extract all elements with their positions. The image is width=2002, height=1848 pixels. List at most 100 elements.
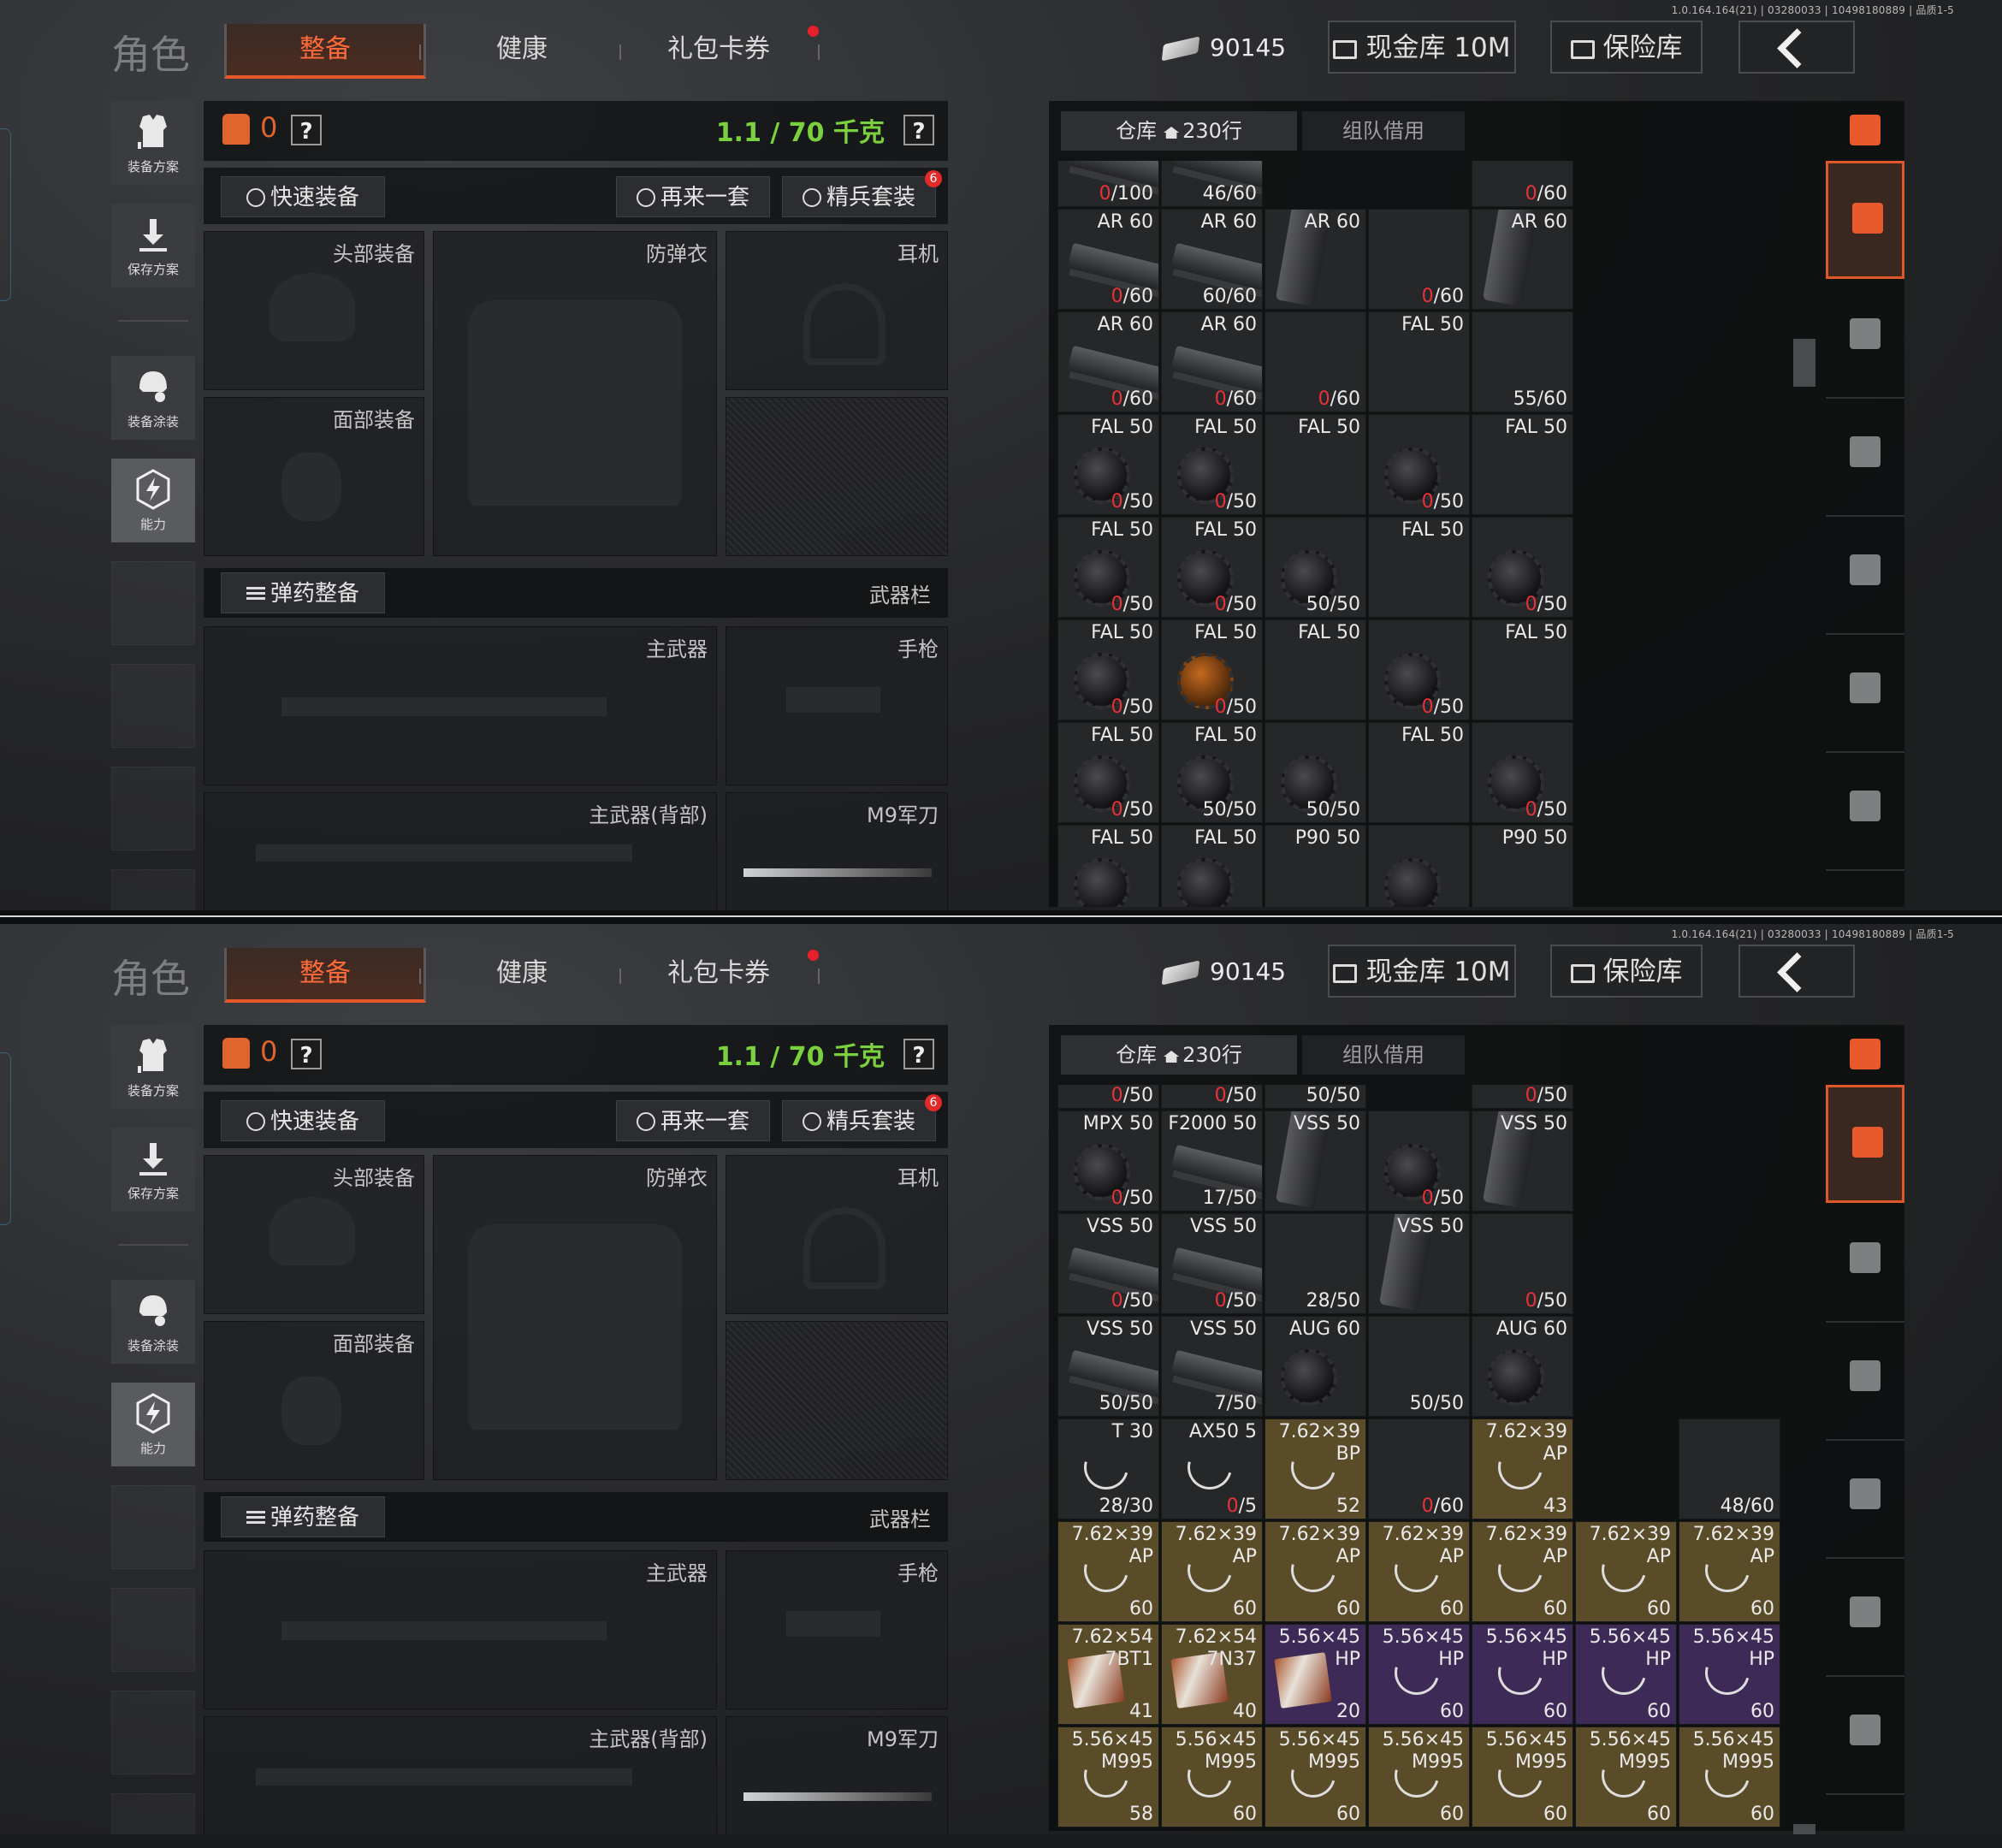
inventory-item[interactable]: 0/50 bbox=[1161, 1085, 1263, 1109]
tab-equip[interactable]: 整备 bbox=[224, 948, 426, 1003]
inventory-item[interactable]: 5.56×45 HP 60 bbox=[1679, 1624, 1780, 1725]
inventory-item[interactable]: FAL 50 bbox=[1368, 311, 1470, 412]
inventory-item[interactable]: P90 50 bbox=[1265, 825, 1366, 907]
side-edge-tab[interactable] bbox=[0, 128, 11, 301]
slot-knife[interactable]: M9军刀 bbox=[726, 792, 948, 910]
inventory-item[interactable]: 46/60 bbox=[1161, 161, 1263, 207]
nav-equipment-skin[interactable]: 装备涂装 bbox=[111, 356, 195, 440]
inventory-item[interactable]: AR 60 0/60 bbox=[1161, 311, 1263, 412]
inventory-item[interactable]: 5.56×45 M995 60 bbox=[1575, 1727, 1677, 1827]
inventory-item[interactable]: FAL 50 bbox=[1472, 414, 1573, 515]
inventory-item[interactable]: AR 60 0/60 bbox=[1057, 209, 1159, 310]
category-sort-button[interactable] bbox=[1826, 101, 1904, 161]
inventory-item[interactable]: 7.62×39 AP 60 bbox=[1057, 1521, 1159, 1622]
weight-help-button[interactable]: ? bbox=[903, 115, 934, 145]
inventory-item[interactable]: 0/60 bbox=[1368, 1419, 1470, 1519]
quick-equip-button[interactable]: 快速装备 bbox=[221, 1100, 385, 1141]
slot-face[interactable]: 面部装备 bbox=[204, 1321, 424, 1480]
inventory-item[interactable]: VSS 50 bbox=[1472, 1111, 1573, 1211]
inventory-item[interactable]: FAL 50 bbox=[1368, 722, 1470, 823]
slot-head[interactable]: 头部装备 bbox=[204, 1155, 424, 1314]
tab-gift-vouchers[interactable]: 礼包卡券 bbox=[650, 24, 787, 75]
inventory-item[interactable]: FAL 50 0/50 bbox=[1057, 619, 1159, 720]
inventory-item[interactable]: FAL 50 bbox=[1057, 825, 1159, 907]
ammo-prep-button[interactable]: 弹药整备 bbox=[221, 572, 385, 613]
cash-store-button[interactable]: 现金库 10M bbox=[1328, 21, 1516, 74]
side-edge-tab[interactable] bbox=[0, 1052, 11, 1225]
inventory-item[interactable]: 28/50 bbox=[1265, 1213, 1366, 1314]
inventory-item[interactable]: 7.62×39 BP 52 bbox=[1265, 1419, 1366, 1519]
category-rifle[interactable] bbox=[1826, 397, 1904, 517]
inventory-item[interactable]: 0/50 bbox=[1368, 414, 1470, 515]
inventory-item[interactable]: 5.56×45 M995 60 bbox=[1679, 1727, 1780, 1827]
category-magazine[interactable] bbox=[1826, 1439, 1904, 1559]
safe-button[interactable]: 保险库 bbox=[1550, 21, 1703, 74]
tab-team-borrow[interactable]: 组队借用 bbox=[1302, 1035, 1465, 1075]
inventory-item[interactable]: VSS 50 bbox=[1265, 1111, 1366, 1211]
inventory-item[interactable]: 50/50 bbox=[1265, 722, 1366, 823]
inventory-item[interactable]: 55/60 bbox=[1472, 311, 1573, 412]
category-ammo[interactable] bbox=[1826, 633, 1904, 753]
inventory-item[interactable]: 5.56×45 M995 60 bbox=[1368, 1727, 1470, 1827]
inventory-item[interactable]: FAL 50 bbox=[1265, 414, 1366, 515]
inventory-item[interactable]: 5.56×45 M995 60 bbox=[1265, 1727, 1366, 1827]
inventory-item[interactable]: FAL 50 bbox=[1265, 619, 1366, 720]
nav-save-plan[interactable]: 保存方案 bbox=[111, 204, 195, 287]
category-ammo[interactable] bbox=[1826, 1557, 1904, 1677]
weight-help-button[interactable]: ? bbox=[903, 1039, 934, 1069]
back-button[interactable] bbox=[1738, 945, 1855, 998]
inventory-item[interactable]: AR 60 0/60 bbox=[1057, 311, 1159, 412]
slot-head[interactable]: 头部装备 bbox=[204, 231, 424, 390]
inventory-item[interactable]: 0/50 bbox=[1472, 1213, 1573, 1314]
category-all[interactable] bbox=[1826, 161, 1904, 279]
safe-button[interactable]: 保险库 bbox=[1550, 945, 1703, 998]
again-button[interactable]: 再来一套 bbox=[616, 176, 770, 217]
inventory-item[interactable]: 50/50 bbox=[1265, 517, 1366, 618]
back-button[interactable] bbox=[1738, 21, 1855, 74]
inventory-item[interactable]: VSS 50 50/50 bbox=[1057, 1316, 1159, 1417]
tab-gift-vouchers[interactable]: 礼包卡券 bbox=[650, 948, 787, 999]
inventory-item[interactable]: FAL 50 50/50 bbox=[1161, 722, 1263, 823]
slot-primary-back[interactable]: 主武器(背部) bbox=[204, 1716, 717, 1834]
inventory-item[interactable]: 7.62×39 AP 60 bbox=[1472, 1521, 1573, 1622]
inventory-item[interactable]: AR 60 60/60 bbox=[1161, 209, 1263, 310]
inventory-item[interactable]: AUG 60 bbox=[1265, 1316, 1366, 1417]
inventory-item[interactable]: 5.56×45 HP 60 bbox=[1368, 1624, 1470, 1725]
category-helmet[interactable] bbox=[1826, 279, 1904, 399]
slot-body-armor[interactable]: 防弹衣 bbox=[433, 1155, 717, 1480]
inventory-item[interactable]: 0/50 bbox=[1472, 517, 1573, 618]
grid-scrollbar[interactable] bbox=[1793, 1824, 1815, 1834]
elite-kit-button[interactable]: 精兵套装 6 bbox=[782, 170, 942, 217]
slot-knife[interactable]: M9军刀 bbox=[726, 1716, 948, 1834]
inventory-item[interactable]: 5.56×45 M995 58 bbox=[1057, 1727, 1159, 1827]
category-rifle[interactable] bbox=[1826, 1321, 1904, 1441]
tab-warehouse[interactable]: 仓库 230行 bbox=[1061, 111, 1297, 151]
category-sight[interactable] bbox=[1826, 1675, 1904, 1795]
tab-health[interactable]: 健康 bbox=[462, 24, 582, 75]
inventory-item[interactable]: FAL 50 0/50 bbox=[1057, 414, 1159, 515]
inventory-item[interactable]: 0/60 bbox=[1368, 209, 1470, 310]
armor-help-button[interactable]: ? bbox=[291, 1039, 322, 1069]
inventory-item[interactable]: T 30 28/30 bbox=[1057, 1419, 1159, 1519]
inventory-item[interactable]: 0/50 bbox=[1368, 1111, 1470, 1211]
inventory-item[interactable]: 50/50 bbox=[1368, 1316, 1470, 1417]
nav-save-plan[interactable]: 保存方案 bbox=[111, 1128, 195, 1211]
quick-equip-button[interactable]: 快速装备 bbox=[221, 176, 385, 217]
slot-primary-weapon[interactable]: 主武器 bbox=[204, 626, 717, 785]
inventory-item[interactable]: 7.62×39 AP 60 bbox=[1575, 1521, 1677, 1622]
inventory-item[interactable]: 5.56×45 M995 60 bbox=[1472, 1727, 1573, 1827]
nav-ability[interactable]: 能力 bbox=[111, 1383, 195, 1466]
nav-ability[interactable]: 能力 bbox=[111, 459, 195, 542]
inventory-item[interactable]: AUG 60 bbox=[1472, 1316, 1573, 1417]
grid-scrollbar[interactable] bbox=[1793, 339, 1815, 387]
inventory-item[interactable]: VSS 50 0/50 bbox=[1161, 1213, 1263, 1314]
nav-equipment-skin[interactable]: 装备涂装 bbox=[111, 1280, 195, 1364]
inventory-item[interactable]: VSS 50 7/50 bbox=[1161, 1316, 1263, 1417]
tab-warehouse[interactable]: 仓库 230行 bbox=[1061, 1035, 1297, 1075]
inventory-item[interactable]: 7.62×39 AP 60 bbox=[1368, 1521, 1470, 1622]
inventory-item[interactable]: 0/50 bbox=[1368, 619, 1470, 720]
tab-equip[interactable]: 整备 bbox=[224, 24, 426, 79]
tab-health[interactable]: 健康 bbox=[462, 948, 582, 999]
again-button[interactable]: 再来一套 bbox=[616, 1100, 770, 1141]
slot-pistol[interactable]: 手枪 bbox=[726, 1550, 948, 1709]
